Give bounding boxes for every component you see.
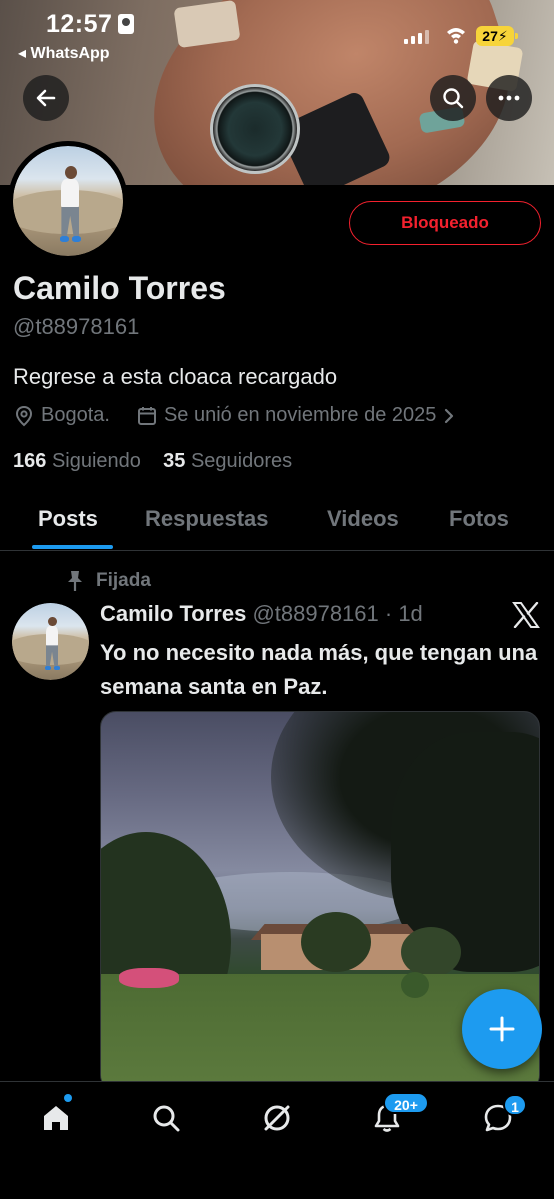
- tab-replies[interactable]: Respuestas: [145, 506, 269, 532]
- tab-videos[interactable]: Videos: [327, 506, 399, 532]
- blocked-button[interactable]: Bloqueado: [349, 201, 541, 245]
- pinned-text: Fijada: [96, 570, 151, 591]
- back-to-app-link[interactable]: ◂ WhatsApp: [18, 43, 110, 63]
- following-link[interactable]: 166 Siguiendo: [13, 450, 141, 472]
- status-bar: 12:57 ◂ WhatsApp 27⚡: [0, 0, 554, 70]
- battery-indicator: 27⚡: [476, 26, 518, 46]
- nav-grok[interactable]: [257, 1098, 297, 1138]
- tab-posts[interactable]: Posts: [38, 506, 98, 532]
- follow-stats: 166 Siguiendo 35 Seguidores: [13, 450, 292, 473]
- banner-watch: [210, 84, 300, 174]
- notifications-badge: 20+: [383, 1092, 429, 1114]
- chevron-right-icon[interactable]: [442, 406, 456, 426]
- followers-count: 35: [163, 450, 186, 472]
- back-arrow-icon: [36, 89, 56, 107]
- bottom-navigation: 20+ 1: [0, 1081, 554, 1199]
- active-tab-indicator: [32, 545, 113, 549]
- nav-home[interactable]: [36, 1098, 76, 1138]
- post-text: Yo no necesito nada más, que tengan una …: [100, 640, 538, 699]
- post-author-meta: @t88978161 · 1d: [252, 601, 423, 626]
- x-logo-icon[interactable]: [512, 602, 540, 628]
- profile-name: Camilo Torres: [13, 270, 226, 306]
- profile-avatar[interactable]: [8, 141, 128, 261]
- more-icon: [498, 95, 520, 101]
- grok-icon: [264, 1105, 290, 1131]
- status-time: 12:57: [46, 10, 135, 39]
- profile-bio: Regrese a esta cloaca recargado: [13, 364, 338, 389]
- tab-photos[interactable]: Fotos: [449, 506, 509, 532]
- search-button[interactable]: [430, 75, 476, 121]
- avatar-photo: [13, 146, 123, 256]
- profile-meta: Bogota. Se unió en noviembre de 2025: [13, 404, 543, 427]
- profile-handle: @t88978161: [13, 314, 140, 339]
- messages-badge: 1: [503, 1094, 527, 1116]
- back-button[interactable]: [23, 75, 69, 121]
- post-header: Camilo Torres @t88978161 · 1d: [100, 601, 423, 627]
- location-icon: [15, 405, 33, 426]
- pinned-label: Fijada: [66, 570, 151, 592]
- cellular-signal-icon: [404, 30, 429, 44]
- avatar-photo: [12, 603, 89, 680]
- followers-link[interactable]: 35 Seguidores: [163, 450, 292, 472]
- followers-label: Seguidores: [190, 450, 293, 472]
- search-icon: [443, 88, 464, 109]
- pin-icon: [68, 571, 82, 591]
- more-options-button[interactable]: [486, 75, 532, 121]
- wifi-icon: [447, 28, 465, 44]
- compose-post-button[interactable]: [462, 989, 542, 1069]
- nav-search[interactable]: [146, 1098, 186, 1138]
- profile-tabs: Posts Respuestas Videos Fotos: [0, 490, 554, 551]
- search-nav-icon: [153, 1105, 180, 1132]
- profile-location: Bogota.: [41, 404, 110, 426]
- status-id-icon: [118, 14, 135, 34]
- home-notification-dot: [64, 1094, 72, 1102]
- plus-icon: [489, 1016, 515, 1042]
- calendar-icon: [137, 406, 156, 425]
- following-label: Siguiendo: [51, 450, 141, 472]
- post-author-name[interactable]: Camilo Torres: [100, 601, 246, 626]
- following-count: 166: [13, 450, 47, 472]
- home-icon: [44, 1106, 68, 1130]
- post-author-avatar[interactable]: [12, 603, 89, 680]
- profile-joined-date[interactable]: Se unió en noviembre de 2025: [164, 404, 436, 427]
